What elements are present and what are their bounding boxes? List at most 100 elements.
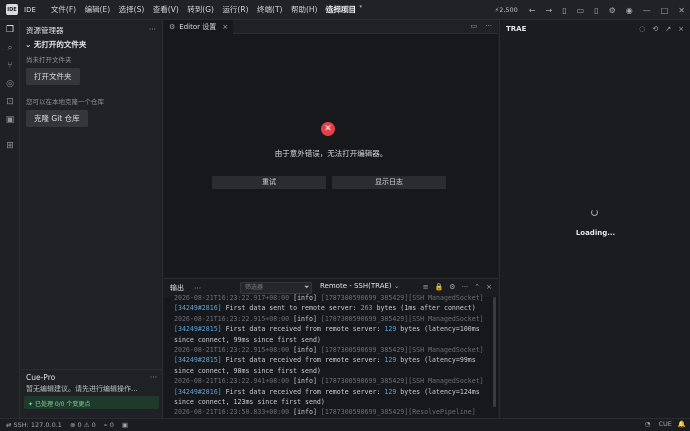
log-line: 2026-08-21T16:23:22.915+08:00 [info] [17…: [174, 345, 492, 355]
apps-grid-icon[interactable]: ⊞: [4, 140, 16, 152]
notifications-icon[interactable]: 🔔: [678, 420, 686, 428]
cue-title: Cue-Pro: [26, 373, 56, 382]
menu-selection[interactable]: 选择(S): [119, 4, 145, 15]
status-right: ◔ CUE 🔔: [633, 420, 686, 428]
editor-area: ⚙ Editor 设置 × ▭ ··· ✕ 由于意外错误，无法打开编辑器。 重试…: [164, 19, 498, 277]
layout-icon[interactable]: ▣: [122, 421, 128, 429]
toggle-panel-icon[interactable]: ▭: [577, 6, 585, 15]
split-editor-icon[interactable]: ▭: [470, 22, 477, 30]
scrollbar[interactable]: [493, 297, 496, 407]
output-source-label: Remote - SSH(TRAE): [320, 282, 392, 290]
log-timestamp: 2026-08-21T16:23:22.917+08:00: [174, 294, 294, 302]
log-level: [info]: [293, 314, 321, 323]
menu-go[interactable]: 转到(G): [187, 4, 214, 15]
back-arrow-icon[interactable]: ←: [529, 6, 536, 15]
menu-help[interactable]: 帮助(H): [291, 4, 318, 15]
command-search[interactable]: 搜索: [325, 4, 352, 15]
menu-file[interactable]: 文件(F): [51, 4, 76, 15]
toggle-auxbar-icon[interactable]: ▯: [594, 6, 598, 15]
output-settings-icon[interactable]: ⚙: [449, 283, 455, 291]
explorer-sidebar: 资源管理器 ··· ⌄ 无打开的文件夹 尚未打开文件夹 打开文件夹 您可以在本地…: [20, 20, 163, 418]
log-message: [1787300590699_385429][SSH ManagedSocket…: [320, 314, 484, 323]
no-folder-note: 尚未打开文件夹: [26, 56, 72, 64]
lock-icon[interactable]: 🔒: [435, 283, 444, 291]
log-timestamp: 2026-08-21T16:23:22.915+08:00: [174, 346, 294, 355]
explorer-icon[interactable]: ❐: [4, 24, 16, 36]
panel-more-icon[interactable]: ···: [462, 283, 469, 291]
panel-more-icon[interactable]: ···: [194, 284, 201, 293]
clone-repo-button[interactable]: 克隆 Git 仓库: [26, 110, 88, 127]
toggle-sidebar-icon[interactable]: ▯: [562, 6, 566, 15]
loading-spinner-icon: [591, 209, 598, 216]
chevron-down-icon: ⌄: [393, 282, 400, 290]
cue-subtitle: 暂无编辑建议。请先进行编辑操作...: [26, 385, 138, 393]
cue-status-label: CUE: [658, 420, 672, 428]
close-panel-icon[interactable]: ×: [486, 283, 492, 291]
trae-title: TRAE: [506, 25, 527, 33]
show-log-button[interactable]: 显示日志: [332, 176, 446, 189]
error-icon: ✕: [321, 122, 335, 136]
log-line: 2026-08-21T16:23:22.917+08:00 [info] [17…: [174, 293, 492, 303]
error-count: 0: [77, 421, 82, 429]
chat-icon[interactable]: ◌: [639, 25, 645, 33]
account-icon[interactable]: ◉: [626, 6, 633, 15]
explorer-header: 资源管理器 ···: [20, 20, 162, 36]
error-message: 由于意外错误，无法打开编辑器。: [274, 149, 388, 158]
trae-actions: ◌ ⟲ ↗ ×: [632, 25, 684, 33]
log-line: [34249#2816] First data received from re…: [174, 387, 492, 408]
menu-run[interactable]: 运行(R): [222, 4, 248, 15]
output-tab[interactable]: 输出: [170, 283, 184, 293]
editor-more-icon[interactable]: ···: [485, 22, 492, 30]
extensions-icon[interactable]: ⊡: [4, 96, 16, 108]
tab-editor-settings[interactable]: ⚙ Editor 设置 ×: [164, 19, 234, 34]
menu-terminal[interactable]: 终端(T): [257, 4, 282, 15]
chevron-down-icon[interactable]: ▾: [359, 4, 362, 15]
maximize-panel-icon[interactable]: ⌃: [474, 283, 480, 291]
app-logo-icon: IDE: [6, 4, 18, 15]
close-window-icon[interactable]: ✕: [678, 6, 685, 15]
settings-gear-icon[interactable]: ⚙: [609, 6, 616, 15]
ports-count: 0: [109, 421, 114, 429]
panel-actions: ≡ 🔒 ⚙ ··· ⌃ ×: [417, 283, 492, 291]
menu-edit[interactable]: 编辑(E): [85, 4, 111, 15]
history-icon[interactable]: ⟲: [652, 25, 658, 33]
cue-indicator[interactable]: ◔ CUE: [639, 420, 672, 428]
problems-indicator[interactable]: ⊗ 0 ⚠ 0: [70, 421, 96, 429]
credits-counter[interactable]: ⚡2,500: [495, 6, 518, 14]
editor-actions: ▭ ···: [470, 22, 492, 30]
forward-arrow-icon[interactable]: →: [546, 6, 553, 15]
no-folder-section[interactable]: ⌄ 无打开的文件夹: [20, 36, 162, 50]
run-debug-icon[interactable]: ◎: [4, 78, 16, 90]
output-log: 2026-08-21T16:23:22.917+08:00 [info] [17…: [174, 293, 492, 417]
cue-status-badge: ✦ 已处理 0/0 个变更点: [24, 396, 159, 409]
log-message: First data received from remote server:: [221, 325, 385, 334]
popout-icon[interactable]: ↗: [665, 25, 671, 33]
warning-count: 0: [91, 421, 96, 429]
log-timestamp: 2026-08-21T16:23:22.941+08:00: [174, 377, 294, 386]
more-actions-icon[interactable]: ···: [149, 25, 156, 36]
list-icon[interactable]: ≡: [423, 283, 429, 291]
maximize-icon[interactable]: □: [661, 6, 669, 15]
source-control-icon[interactable]: ⑂: [4, 60, 16, 72]
log-line: [34249#2816] First data sent to remote s…: [174, 303, 492, 313]
remote-indicator[interactable]: ⇄ SSH: 127.0.0.1: [6, 421, 62, 429]
menu-view[interactable]: 查看(V): [153, 4, 179, 15]
open-folder-button[interactable]: 打开文件夹: [26, 68, 80, 85]
search-activity-icon[interactable]: ⌕: [4, 42, 16, 54]
close-panel-icon[interactable]: ×: [678, 25, 684, 33]
retry-button[interactable]: 重试: [212, 176, 326, 189]
output-source-select[interactable]: Remote - SSH(TRAE) ⌄: [320, 282, 400, 290]
trae-panel: TRAE ◌ ⟲ ↗ × Loading...: [499, 20, 690, 418]
log-detail: bytes (1ms after connect): [372, 304, 476, 313]
ports-indicator[interactable]: ⌁ 0: [104, 421, 114, 429]
search-icon: [325, 5, 333, 14]
remote-explorer-icon[interactable]: ▣: [4, 114, 16, 126]
close-tab-icon[interactable]: ×: [222, 23, 228, 31]
log-level: [info]: [293, 408, 321, 417]
cue-more-icon[interactable]: ···: [150, 373, 157, 382]
minimize-icon[interactable]: —: [643, 6, 651, 15]
section-title: 无打开的文件夹: [33, 40, 87, 49]
filter-icon[interactable]: ⏷: [304, 283, 310, 292]
log-id: [34249#2816]: [174, 304, 222, 313]
error-count-icon: ⊗: [69, 421, 76, 429]
